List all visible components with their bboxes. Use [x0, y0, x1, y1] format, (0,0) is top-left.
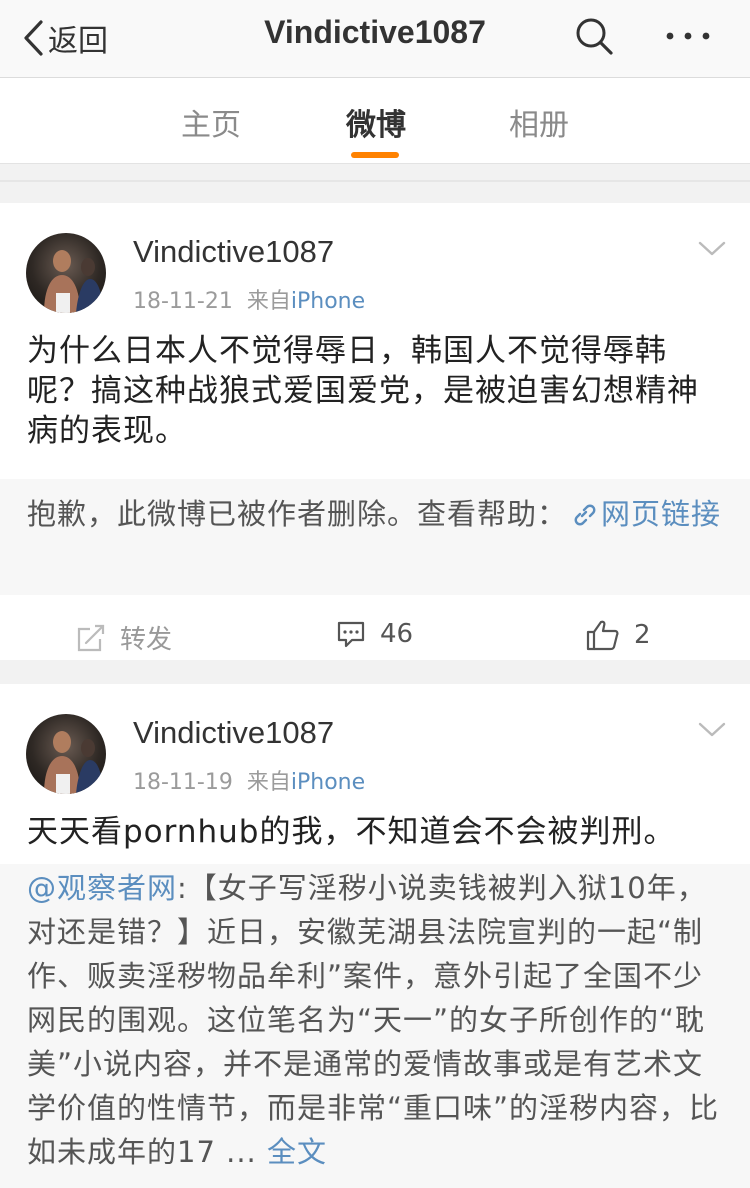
repost-content: @观察者网:【女子写淫秽小说卖钱被判入狱10年，对还是错？】近日，安徽芜湖县法院…	[27, 866, 727, 1174]
source-prefix: 来自	[246, 289, 291, 314]
source-prefix: 来自	[246, 770, 291, 795]
avatar-image	[44, 731, 104, 794]
post-card[interactable]: Vindictive1087 18-11-21 来自iPhone 为什么日本人不…	[0, 203, 750, 660]
search-button[interactable]	[574, 16, 614, 60]
chevron-down-icon	[698, 722, 726, 737]
repost-content: 抱歉，此微博已被作者删除。查看帮助： 网页链接	[27, 492, 727, 536]
post-menu-button[interactable]	[698, 241, 726, 261]
top-nav-bar: 返回 Vindictive1087	[0, 0, 750, 78]
like-button[interactable]: 2	[586, 619, 651, 651]
mention-link[interactable]: @观察者网	[27, 871, 177, 905]
tab-weibo[interactable]: 微博	[346, 100, 406, 144]
username[interactable]: Vindictive1087	[133, 234, 334, 270]
tab-home[interactable]: 主页	[181, 100, 241, 144]
repost-box[interactable]: @观察者网:【女子写淫秽小说卖钱被判入狱10年，对还是错？】近日，安徽芜湖县法院…	[0, 864, 750, 1188]
post-card[interactable]: Vindictive1087 18-11-19 来自iPhone 天天看porn…	[0, 684, 750, 1188]
comment-count: 46	[380, 619, 414, 649]
post-date: 18-11-21	[133, 289, 233, 314]
post-meta: 18-11-19 来自iPhone	[133, 764, 365, 796]
post-text: 天天看pornhub的我，不知道会不会被判刑。	[27, 814, 676, 850]
deleted-notice: 抱歉，此微博已被作者删除。查看帮助：	[27, 497, 568, 531]
post-source[interactable]: iPhone	[291, 289, 365, 314]
chevron-down-icon	[698, 241, 726, 256]
avatar[interactable]	[26, 233, 106, 313]
post-source[interactable]: iPhone	[291, 770, 365, 795]
post-date: 18-11-19	[133, 770, 233, 795]
web-link[interactable]: 网页链接	[567, 497, 721, 531]
more-button[interactable]	[664, 18, 712, 58]
post-menu-button[interactable]	[698, 722, 726, 742]
post-text: 为什么日本人不觉得辱日，韩国人不觉得辱韩呢？搞这种战狼式爱国爱党，是被迫害幻想精…	[27, 333, 699, 449]
web-link-label: 网页链接	[601, 497, 722, 531]
repost-box[interactable]: 抱歉，此微博已被作者删除。查看帮助： 网页链接	[0, 479, 750, 595]
share-icon	[77, 624, 105, 651]
repost-body: :【女子写淫秽小说卖钱被判入狱10年，对还是错？】近日，安徽芜湖县法院宣判的一起…	[27, 871, 720, 1169]
post-actions: 转发 46 2	[0, 613, 750, 661]
full-text-link[interactable]: 全文	[267, 1135, 327, 1169]
thumbs-up-icon	[586, 620, 619, 651]
username[interactable]: Vindictive1087	[133, 715, 334, 751]
tab-album[interactable]: 相册	[509, 100, 569, 144]
comment-button[interactable]: 46	[336, 619, 413, 649]
like-count: 2	[634, 620, 651, 650]
page-title: Vindictive1087	[264, 14, 486, 50]
link-icon	[574, 504, 596, 526]
post-meta: 18-11-21 来自iPhone	[133, 283, 365, 315]
comment-icon	[337, 621, 365, 648]
avatar[interactable]	[26, 714, 106, 794]
search-icon	[576, 18, 613, 55]
avatar-image	[44, 250, 104, 313]
repost-label: 转发	[120, 625, 173, 655]
repost-button[interactable]: 转发	[76, 619, 172, 656]
more-dots-icon	[666, 32, 710, 40]
divider	[0, 180, 750, 182]
active-tab-indicator	[351, 152, 399, 158]
